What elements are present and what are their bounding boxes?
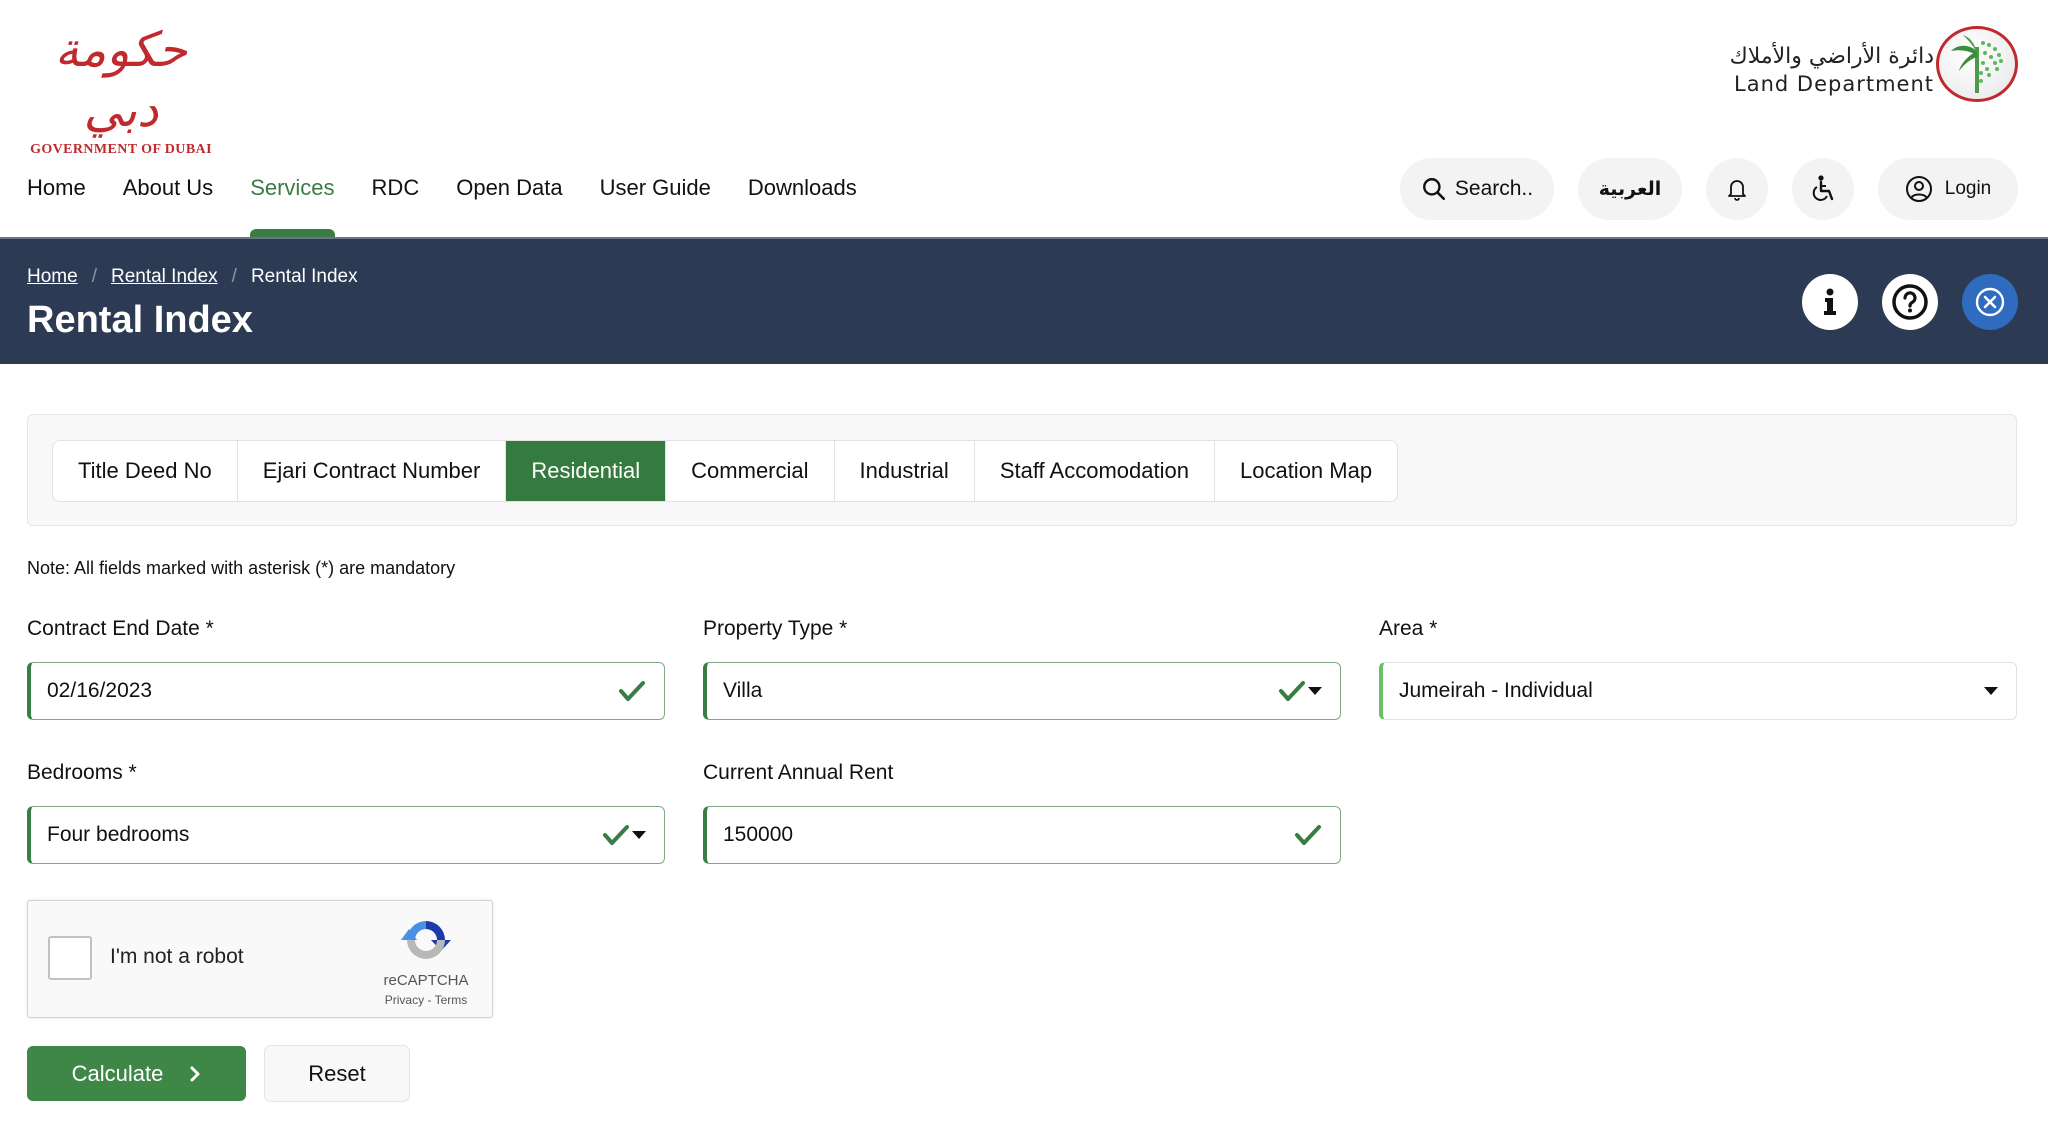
main-navigation: Home About Us Services RDC Open Data Use… bbox=[27, 170, 894, 237]
search-icon bbox=[1422, 178, 1445, 201]
check-icon bbox=[1295, 825, 1321, 845]
language-label: العربية bbox=[1598, 178, 1662, 200]
nav-user-guide[interactable]: User Guide bbox=[600, 170, 711, 237]
nav-rdc[interactable]: RDC bbox=[372, 170, 420, 237]
contract-end-date-label: Contract End Date * bbox=[27, 617, 214, 640]
recaptcha-brand: reCAPTCHA Privacy - Terms bbox=[376, 915, 476, 1007]
page-title: Rental Index bbox=[27, 299, 253, 341]
breadcrumb: Home / Rental Index / Rental Index bbox=[27, 266, 358, 288]
nav-open-data[interactable]: Open Data bbox=[456, 170, 562, 237]
user-circle-icon bbox=[1905, 176, 1932, 202]
close-icon bbox=[1975, 287, 2005, 317]
rental-index-tabs-panel: Title Deed No Ejari Contract Number Resi… bbox=[27, 414, 2017, 526]
contract-end-date-input[interactable]: 02/16/2023 bbox=[27, 662, 665, 720]
land-department-english: Land Department bbox=[1734, 72, 1934, 96]
close-button[interactable] bbox=[1962, 274, 2018, 330]
check-icon bbox=[1279, 681, 1305, 701]
area-label: Area * bbox=[1379, 617, 1438, 640]
property-type-select[interactable]: Villa bbox=[703, 662, 1341, 720]
rental-index-tabs: Title Deed No Ejari Contract Number Resi… bbox=[52, 440, 1399, 502]
property-type-field: Property Type * Villa bbox=[703, 614, 1341, 720]
gov-logo-arabic: حكومة دبي bbox=[54, 22, 188, 138]
nav-home[interactable]: Home bbox=[27, 170, 86, 237]
recaptcha-logo-icon bbox=[401, 921, 451, 959]
current-annual-rent-label: Current Annual Rent bbox=[703, 761, 894, 784]
nav-services[interactable]: Services bbox=[250, 170, 335, 237]
breadcrumb-separator: / bbox=[231, 266, 237, 287]
nav-downloads[interactable]: Downloads bbox=[748, 170, 857, 237]
reset-button[interactable]: Reset bbox=[264, 1045, 410, 1102]
wheelchair-icon bbox=[1812, 175, 1834, 201]
current-annual-rent-value: 150000 bbox=[723, 823, 794, 846]
header-actions: Search.. العربية Login bbox=[1400, 158, 2018, 220]
language-toggle-button[interactable]: العربية bbox=[1578, 158, 1682, 220]
contract-end-date-value: 02/16/2023 bbox=[47, 679, 153, 702]
breadcrumb-current: Rental Index bbox=[250, 266, 358, 287]
recaptcha-checkbox[interactable] bbox=[48, 936, 92, 980]
info-button[interactable] bbox=[1802, 274, 1858, 330]
check-icon bbox=[603, 825, 629, 845]
breadcrumb-home[interactable]: Home bbox=[27, 266, 78, 288]
page-banner: Home / Rental Index / Rental Index Renta… bbox=[0, 237, 2048, 364]
tab-title-deed-no[interactable]: Title Deed No bbox=[53, 441, 238, 501]
current-annual-rent-input[interactable]: 150000 bbox=[703, 806, 1341, 864]
bedrooms-field: Bedrooms * Four bedrooms bbox=[27, 758, 665, 864]
banner-actions bbox=[1802, 274, 2018, 330]
property-type-value: Villa bbox=[723, 679, 763, 702]
tab-industrial[interactable]: Industrial bbox=[835, 441, 975, 501]
tab-commercial[interactable]: Commercial bbox=[666, 441, 835, 501]
mandatory-fields-note: Note: All fields marked with asterisk (*… bbox=[27, 558, 456, 578]
bedrooms-select[interactable]: Four bedrooms bbox=[27, 806, 665, 864]
search-label: Search.. bbox=[1454, 177, 1534, 200]
recaptcha-link-separator: - bbox=[424, 993, 435, 1007]
land-department-arabic: دائرة الأراضي والأملاك bbox=[1729, 44, 1934, 69]
current-annual-rent-field: Current Annual Rent 150000 bbox=[703, 758, 1341, 864]
login-label: Login bbox=[1944, 178, 1992, 199]
government-of-dubai-logo[interactable]: حكومة دبي GOVERNMENT OF DUBAI bbox=[26, 20, 216, 157]
recaptcha-privacy-link[interactable]: Privacy bbox=[385, 993, 424, 1007]
help-icon bbox=[1892, 284, 1928, 320]
recaptcha-terms-link[interactable]: Terms bbox=[435, 993, 468, 1007]
tab-location-map[interactable]: Location Map bbox=[1215, 441, 1397, 501]
area-value: Jumeirah - Individual bbox=[1399, 679, 1593, 702]
check-icon bbox=[619, 681, 645, 701]
tab-staff-accomodation[interactable]: Staff Accomodation bbox=[975, 441, 1215, 501]
recaptcha-label: I'm not a robot bbox=[110, 945, 244, 968]
reset-label: Reset bbox=[308, 1060, 366, 1086]
area-select[interactable]: Jumeirah - Individual bbox=[1379, 662, 2017, 720]
breadcrumb-separator: / bbox=[91, 266, 97, 287]
area-field: Area * Jumeirah - Individual bbox=[1379, 614, 2017, 720]
nav-about-us[interactable]: About Us bbox=[123, 170, 214, 237]
gov-logo-english: GOVERNMENT OF DUBAI bbox=[30, 142, 212, 157]
palm-tree-emblem-icon bbox=[1936, 26, 2018, 102]
breadcrumb-rental-index[interactable]: Rental Index bbox=[111, 266, 218, 288]
bedrooms-label: Bedrooms * bbox=[27, 761, 137, 784]
chevron-down-icon bbox=[632, 831, 646, 839]
recaptcha-links: Privacy - Terms bbox=[376, 993, 476, 1007]
bell-icon bbox=[1728, 180, 1746, 201]
contract-end-date-field: Contract End Date * 02/16/2023 bbox=[27, 614, 665, 720]
info-icon bbox=[1824, 288, 1836, 315]
chevron-down-icon bbox=[1984, 687, 1998, 695]
notifications-button[interactable] bbox=[1706, 158, 1768, 220]
chevron-down-icon bbox=[1308, 687, 1322, 695]
accessibility-button[interactable] bbox=[1792, 158, 1854, 220]
help-button[interactable] bbox=[1882, 274, 1938, 330]
chevron-right-icon bbox=[190, 1066, 200, 1081]
login-button[interactable]: Login bbox=[1878, 158, 2018, 220]
recaptcha-widget: I'm not a robot reCAPTCHA Privacy - Term… bbox=[27, 900, 493, 1018]
land-department-logo[interactable]: دائرة الأراضي والأملاك Land Department bbox=[1712, 24, 2018, 108]
search-button[interactable]: Search.. bbox=[1400, 158, 1554, 220]
bedrooms-value: Four bedrooms bbox=[47, 823, 190, 846]
tab-ejari-contract-number[interactable]: Ejari Contract Number bbox=[238, 441, 507, 501]
calculate-label: Calculate bbox=[71, 1060, 164, 1086]
site-header: حكومة دبي GOVERNMENT OF DUBAI دائرة الأر… bbox=[0, 0, 2048, 237]
recaptcha-brand-name: reCAPTCHA bbox=[383, 972, 469, 989]
calculate-button[interactable]: Calculate bbox=[27, 1046, 246, 1101]
land-department-logo-text: دائرة الأراضي والأملاك Land Department bbox=[1712, 42, 1934, 96]
tab-residential[interactable]: Residential bbox=[506, 441, 667, 501]
property-type-label: Property Type * bbox=[703, 617, 848, 640]
